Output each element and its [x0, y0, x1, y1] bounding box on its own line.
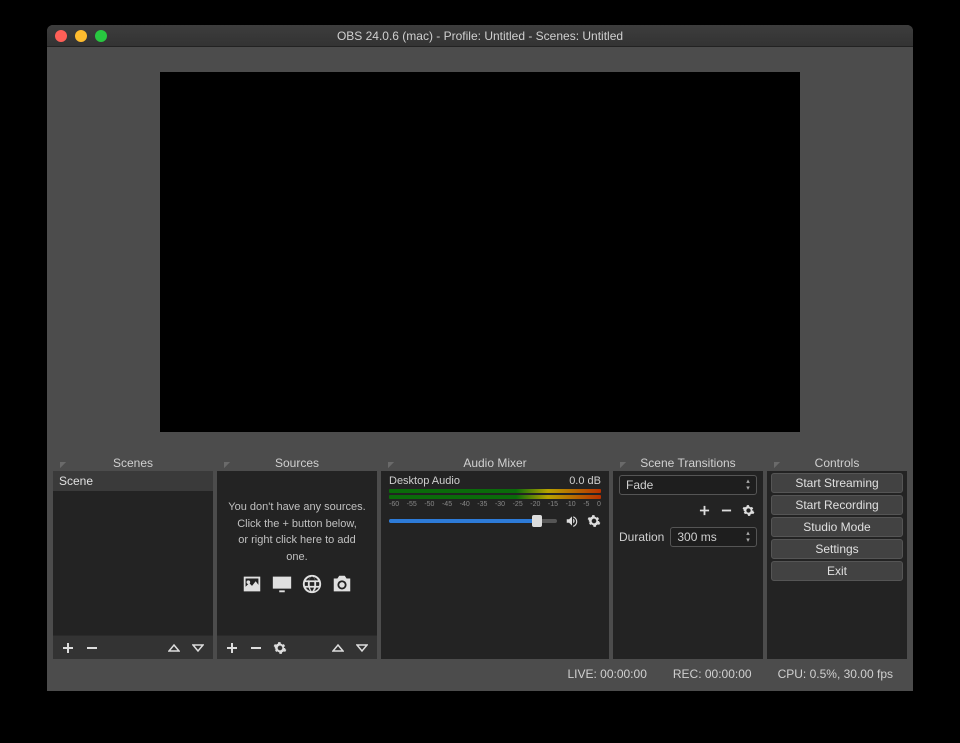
- window-minimize-button[interactable]: [75, 30, 87, 42]
- remove-transition-button[interactable]: [717, 501, 735, 519]
- audio-mixer-panel: Audio Mixer Desktop Audio 0.0 dB -60: [381, 455, 609, 659]
- window-zoom-button[interactable]: [95, 30, 107, 42]
- window-close-button[interactable]: [55, 30, 67, 42]
- move-source-down-button[interactable]: [351, 638, 373, 658]
- audio-track: Desktop Audio 0.0 dB -60 -55 -50 -45: [381, 471, 609, 528]
- start-streaming-button[interactable]: Start Streaming: [771, 473, 903, 493]
- scenes-title: Scenes: [113, 456, 153, 470]
- remove-scene-button[interactable]: [81, 638, 103, 658]
- transitions-panel: Scene Transitions Fade ▴▾ Duration: [613, 455, 763, 659]
- image-source-icon: [241, 573, 263, 595]
- transition-select[interactable]: Fade ▴▾: [619, 475, 757, 495]
- stepper-icon: ▴▾: [742, 528, 754, 546]
- sources-empty-line2: Click the + button below,: [227, 516, 367, 533]
- panel-grip-icon[interactable]: [383, 457, 393, 467]
- audio-meter: -60 -55 -50 -45 -40 -35 -30 -25 -20 -15: [389, 489, 601, 508]
- display-source-icon: [271, 573, 293, 595]
- add-scene-button[interactable]: [57, 638, 79, 658]
- add-source-button[interactable]: [221, 638, 243, 658]
- audio-track-name: Desktop Audio: [389, 475, 460, 487]
- sources-title: Sources: [275, 456, 319, 470]
- panel-grip-icon[interactable]: [615, 457, 625, 467]
- preview-canvas[interactable]: [160, 72, 800, 432]
- status-bar: LIVE: 00:00:00 REC: 00:00:00 CPU: 0.5%, …: [53, 663, 907, 685]
- move-scene-up-button[interactable]: [163, 638, 185, 658]
- audio-track-level: 0.0 dB: [569, 475, 601, 487]
- controls-title: Controls: [815, 456, 860, 470]
- window-title: OBS 24.0.6 (mac) - Profile: Untitled - S…: [47, 29, 913, 43]
- status-rec: REC: 00:00:00: [673, 667, 752, 681]
- mute-button[interactable]: [563, 514, 581, 528]
- source-properties-button[interactable]: [269, 638, 291, 658]
- status-live: LIVE: 00:00:00: [567, 667, 646, 681]
- preview-area[interactable]: [53, 53, 907, 451]
- duration-value: 300 ms: [677, 530, 716, 544]
- transition-properties-button[interactable]: [739, 501, 757, 519]
- audio-settings-button[interactable]: [587, 514, 601, 528]
- titlebar[interactable]: OBS 24.0.6 (mac) - Profile: Untitled - S…: [47, 25, 913, 47]
- mixer-title: Audio Mixer: [463, 456, 526, 470]
- status-cpu: CPU: 0.5%, 30.00 fps: [778, 667, 893, 681]
- scenes-panel: Scenes Scene: [53, 455, 213, 659]
- scene-item[interactable]: Scene: [53, 471, 213, 491]
- browser-source-icon: [301, 573, 323, 595]
- panel-grip-icon[interactable]: [769, 457, 779, 467]
- volume-slider[interactable]: [389, 519, 557, 523]
- exit-button[interactable]: Exit: [771, 561, 903, 581]
- start-recording-button[interactable]: Start Recording: [771, 495, 903, 515]
- sources-empty-line1: You don't have any sources.: [227, 499, 367, 516]
- sources-panel: Sources You don't have any sources. Clic…: [217, 455, 377, 659]
- scenes-list[interactable]: Scene: [53, 471, 213, 635]
- transition-selected: Fade: [626, 478, 653, 492]
- duration-input[interactable]: 300 ms ▴▾: [670, 527, 757, 547]
- move-scene-down-button[interactable]: [187, 638, 209, 658]
- duration-label: Duration: [619, 530, 664, 544]
- stepper-icon: ▴▾: [742, 476, 754, 494]
- controls-panel: Controls Start Streaming Start Recording…: [767, 455, 907, 659]
- panel-grip-icon[interactable]: [55, 457, 65, 467]
- studio-mode-button[interactable]: Studio Mode: [771, 517, 903, 537]
- app-window: OBS 24.0.6 (mac) - Profile: Untitled - S…: [47, 25, 913, 691]
- sources-empty-line3: or right click here to add one.: [227, 532, 367, 565]
- remove-source-button[interactable]: [245, 638, 267, 658]
- camera-source-icon: [331, 573, 353, 595]
- add-transition-button[interactable]: [695, 501, 713, 519]
- move-source-up-button[interactable]: [327, 638, 349, 658]
- panel-grip-icon[interactable]: [219, 457, 229, 467]
- transitions-title: Scene Transitions: [640, 456, 735, 470]
- sources-list[interactable]: You don't have any sources. Click the + …: [217, 471, 377, 635]
- settings-button[interactable]: Settings: [771, 539, 903, 559]
